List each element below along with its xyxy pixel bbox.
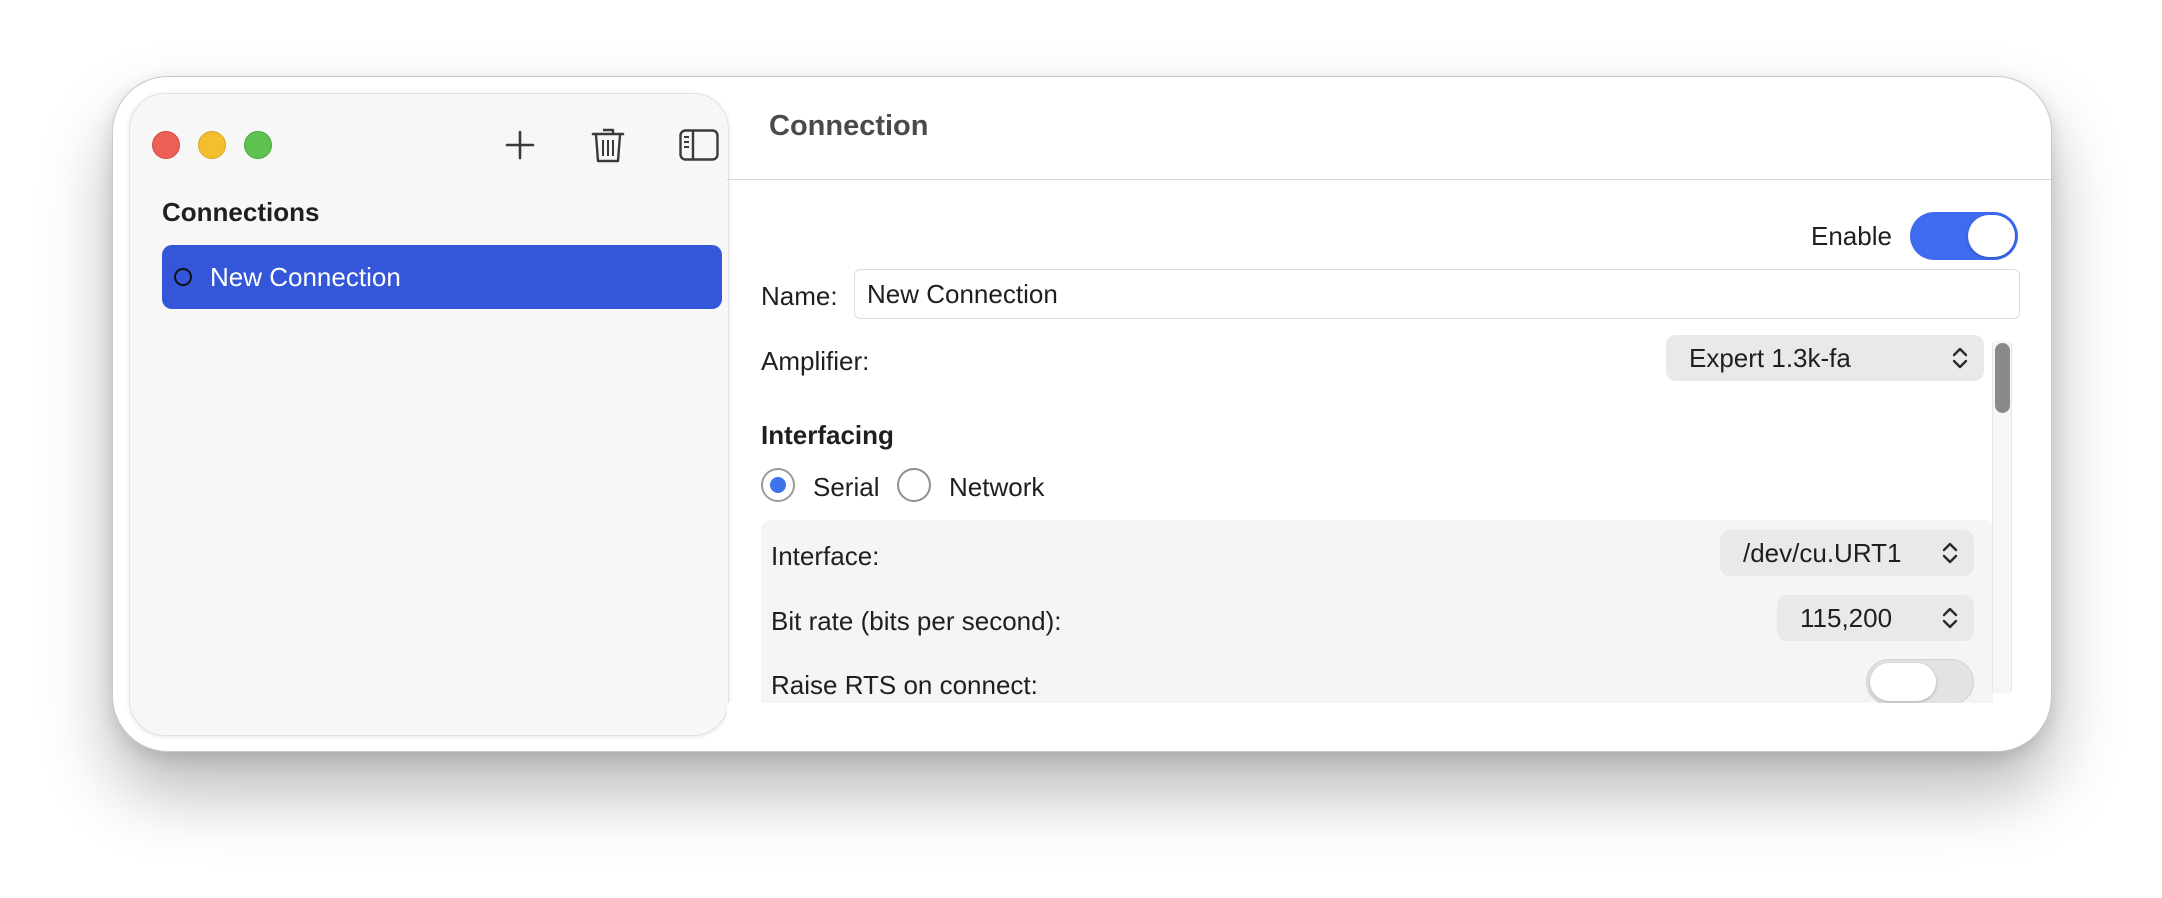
circle-outline-icon: [174, 268, 192, 286]
zoom-window-button[interactable]: [244, 131, 272, 159]
up-down-chevron-icon: [1952, 347, 1968, 369]
sidebar: Connections New Connection: [129, 93, 729, 736]
radio-dot: [770, 477, 786, 493]
amplifier-select[interactable]: Expert 1.3k-fa: [1666, 335, 1984, 381]
page-title: Connection: [769, 110, 929, 142]
amplifier-label: Amplifier:: [761, 346, 870, 376]
scroll-clip-area: [727, 703, 2051, 751]
enable-label: Enable: [1811, 221, 1892, 251]
add-connection-button[interactable]: [496, 122, 544, 168]
title-divider: [727, 179, 2051, 180]
amplifier-select-value: Expert 1.3k-fa: [1689, 342, 1851, 373]
app-window: Connections New Connection Connection En…: [112, 76, 2052, 752]
toggle-knob: [1968, 215, 2015, 257]
delete-connection-button[interactable]: [584, 122, 632, 168]
interface-label: Interface:: [771, 541, 880, 571]
serial-radio-label[interactable]: Serial: [813, 472, 879, 503]
sidebar-item-label: New Connection: [210, 261, 401, 292]
sidebar-icon: [679, 129, 719, 161]
raise-rts-label: Raise RTS on connect:: [771, 670, 1038, 700]
name-label: Name:: [761, 281, 838, 311]
sidebar-item-new-connection[interactable]: New Connection: [162, 245, 722, 309]
bit-rate-select[interactable]: 115,200: [1777, 595, 1974, 641]
network-radio[interactable]: [897, 468, 931, 502]
name-field[interactable]: New Connection: [854, 269, 2020, 319]
serial-radio[interactable]: [761, 468, 795, 502]
network-radio-label[interactable]: Network: [949, 472, 1044, 503]
plus-icon: [505, 130, 535, 160]
interface-select[interactable]: /dev/cu.URT1: [1720, 530, 1974, 576]
close-window-button[interactable]: [152, 131, 180, 159]
up-down-chevron-icon: [1942, 542, 1958, 564]
bit-rate-select-value: 115,200: [1800, 602, 1893, 633]
toggle-knob: [1870, 663, 1936, 701]
enable-toggle[interactable]: [1910, 212, 2018, 260]
trash-icon: [591, 128, 625, 163]
raise-rts-toggle[interactable]: [1866, 659, 1974, 705]
interfacing-heading: Interfacing: [761, 420, 894, 450]
name-field-value: New Connection: [867, 278, 1058, 309]
bit-rate-label: Bit rate (bits per second):: [771, 606, 1062, 636]
up-down-chevron-icon: [1942, 607, 1958, 629]
sidebar-heading: Connections: [162, 197, 320, 227]
minimize-window-button[interactable]: [198, 131, 226, 159]
scrollbar-thumb[interactable]: [1995, 343, 2010, 413]
interface-select-value: /dev/cu.URT1: [1743, 537, 1902, 568]
toggle-sidebar-button[interactable]: [675, 122, 723, 168]
